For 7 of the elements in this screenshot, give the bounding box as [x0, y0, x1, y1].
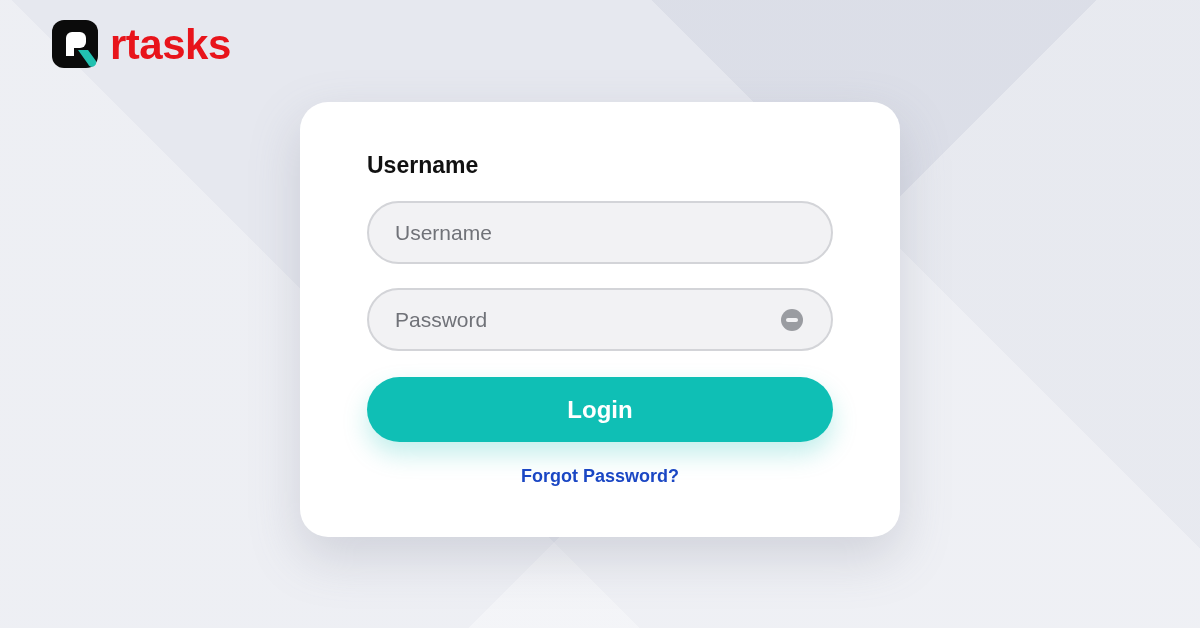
forgot-password-link[interactable]: Forgot Password? [521, 466, 679, 487]
logo-icon [52, 20, 100, 70]
username-field[interactable]: Username [367, 201, 833, 264]
form-heading: Username [367, 152, 480, 179]
brand-name: rtasks [110, 24, 231, 66]
password-field[interactable]: Password [367, 288, 833, 351]
hide-password-icon[interactable] [780, 308, 804, 332]
